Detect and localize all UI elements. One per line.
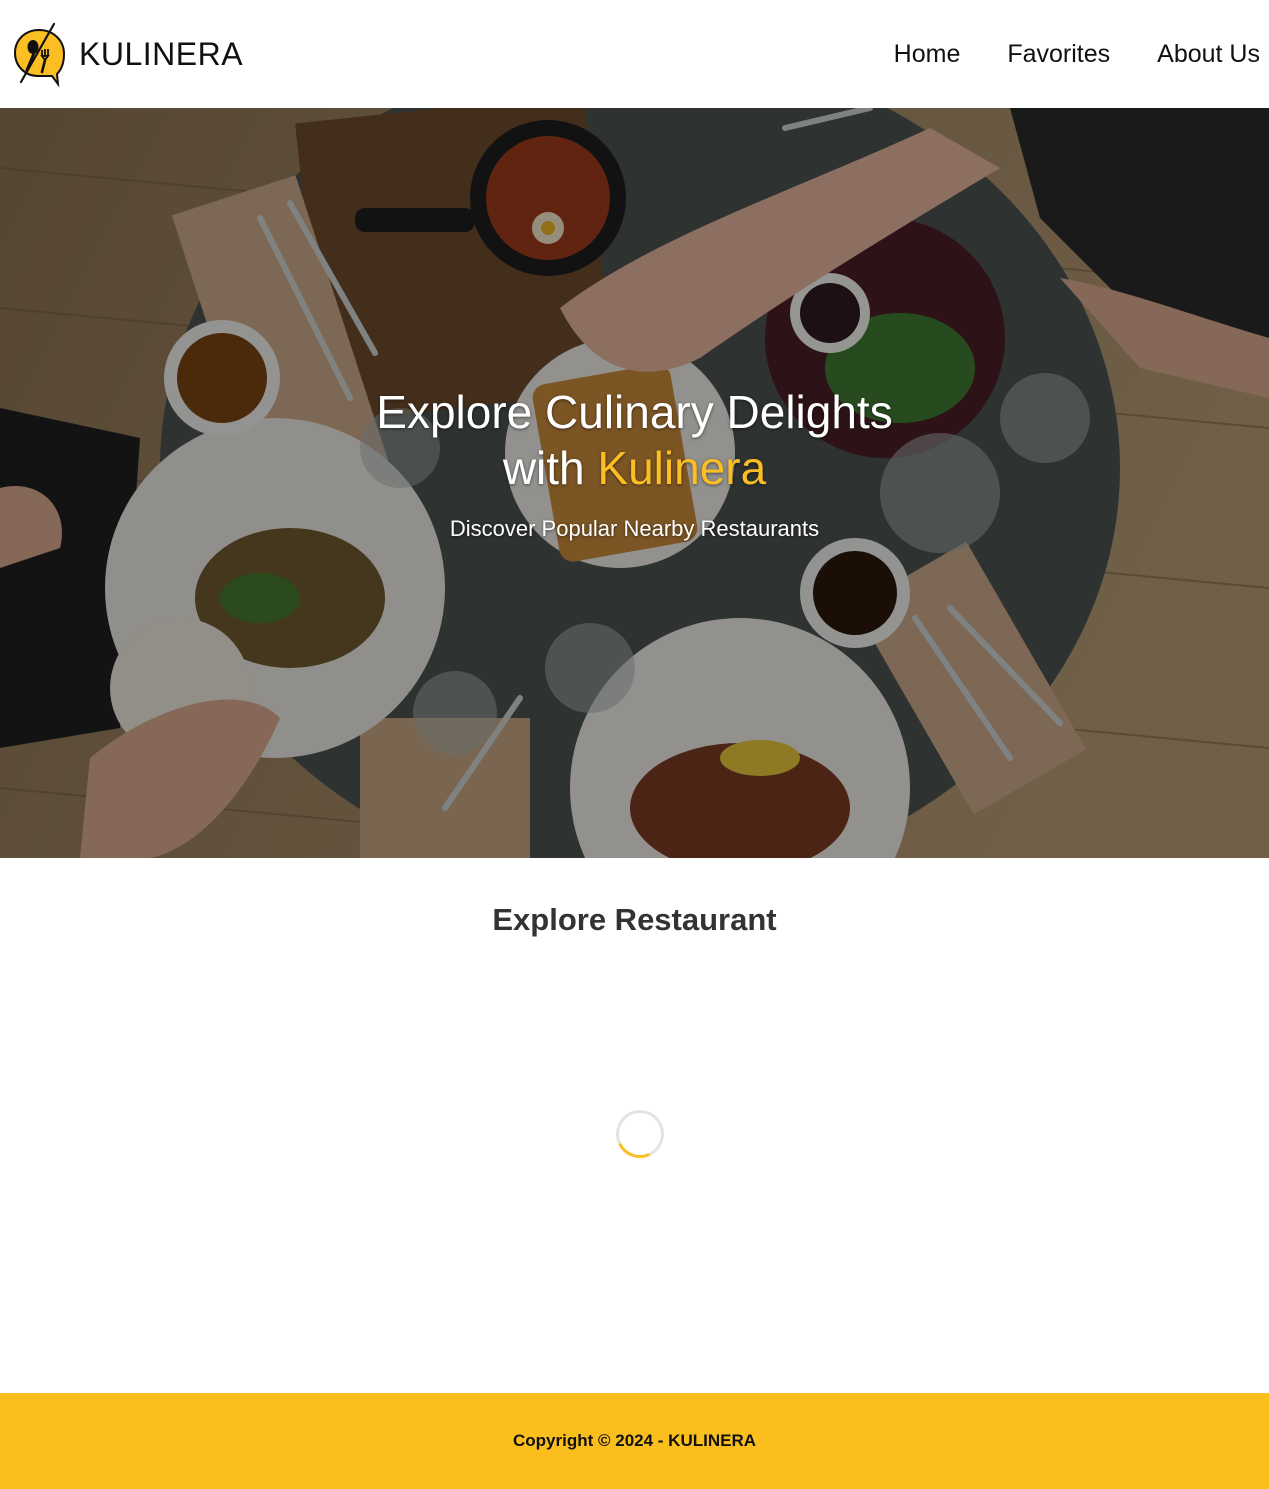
hero-subtitle: Discover Popular Nearby Restaurants xyxy=(449,516,820,541)
loading-spinner xyxy=(609,1103,671,1165)
main-nav: Home Favorites About Us xyxy=(847,40,1260,69)
hero-title: Explore Culinary Delights with Kulinera xyxy=(0,384,1269,496)
section-title: Explore Restaurant xyxy=(492,902,777,937)
kulinera-logo-icon xyxy=(13,22,66,88)
hero-title-prefix: with xyxy=(502,442,585,494)
hero-title-accent: Kulinera xyxy=(597,442,767,494)
brand-name: KULINERA xyxy=(79,35,244,72)
app-header: KULINERA Home Favorites About Us xyxy=(0,0,1269,108)
brand-link[interactable]: KULINERA xyxy=(12,20,243,88)
nav-about-link[interactable]: About Us xyxy=(1157,40,1260,69)
hero-title-line1: Explore Culinary Delights xyxy=(376,386,893,438)
nav-home-link[interactable]: Home xyxy=(894,40,961,69)
footer-copyright: Copyright © 2024 - KULINERA xyxy=(513,1431,756,1450)
hero-section: Explore Culinary Delights with Kulinera … xyxy=(0,108,1269,858)
hero-content: Explore Culinary Delights with Kulinera … xyxy=(0,384,1269,542)
nav-favorites-link[interactable]: Favorites xyxy=(1007,40,1110,69)
app-footer: Copyright © 2024 - KULINERA xyxy=(0,1393,1269,1489)
